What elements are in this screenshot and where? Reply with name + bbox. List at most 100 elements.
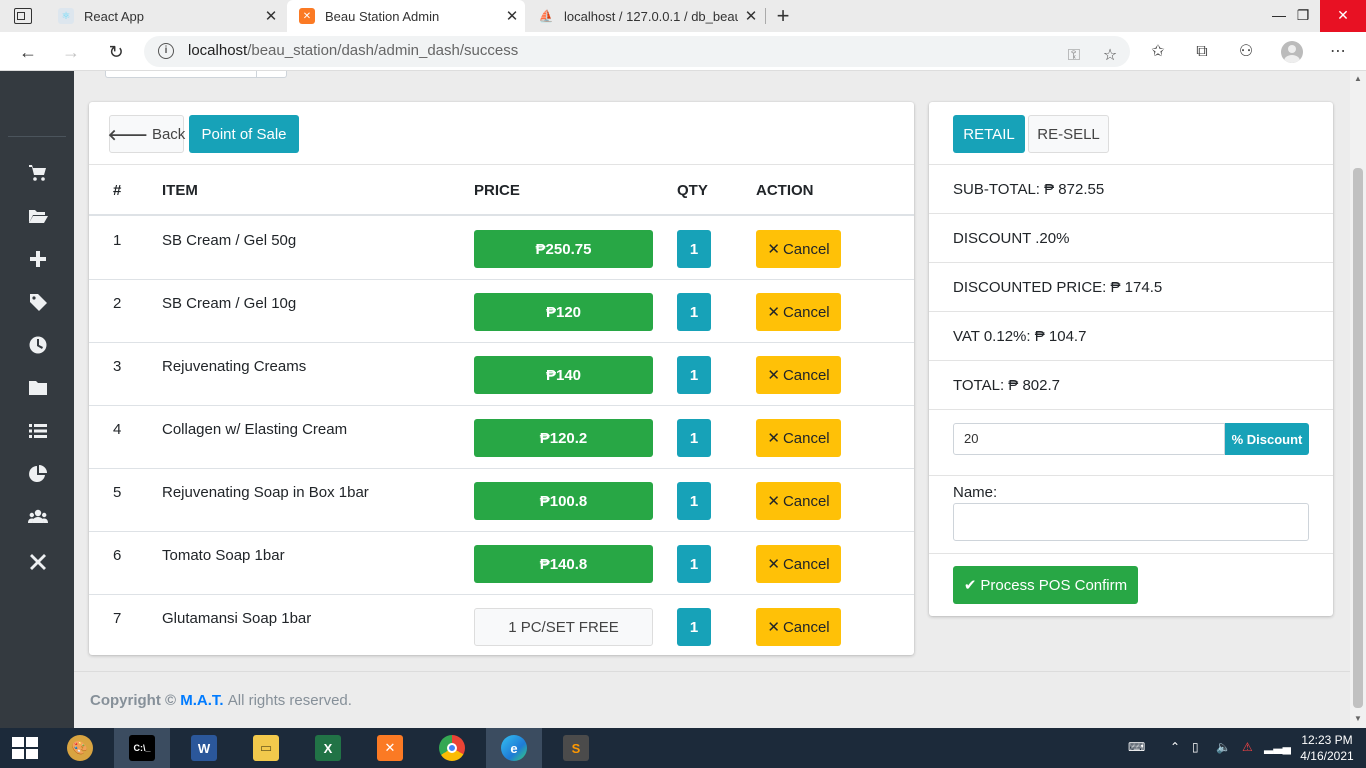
retail-label: RETAIL bbox=[963, 125, 1015, 143]
network-status-icon[interactable]: ⚠ bbox=[1242, 740, 1253, 754]
tab-beau-station-admin[interactable]: ✕ Beau Station Admin ✕ bbox=[287, 0, 525, 32]
keyboard-icon[interactable]: ⌨ bbox=[1128, 740, 1145, 754]
more-menu-icon[interactable]: ⋯ bbox=[1324, 38, 1352, 66]
percent-discount-button[interactable]: % Discount bbox=[1225, 423, 1309, 455]
column-header-qty: QTY bbox=[677, 182, 708, 199]
quantity-button[interactable]: 1 bbox=[677, 608, 711, 646]
key-icon[interactable]: ⚿ bbox=[1060, 42, 1088, 70]
edge-app-icon[interactable]: e bbox=[486, 728, 542, 768]
cancel-button[interactable]: ✕ Cancel bbox=[756, 608, 841, 646]
cancel-button[interactable]: ✕ Cancel bbox=[756, 293, 841, 331]
terminal-app-icon[interactable]: C:\_ bbox=[114, 728, 170, 768]
back-button[interactable]: 🡐 Back bbox=[108, 115, 185, 153]
tab-phpmyadmin[interactable]: ⛵ localhost / 127.0.0.1 / db_beau_i ✕ bbox=[526, 0, 764, 32]
sidebar-item-tags[interactable] bbox=[22, 288, 54, 316]
add-favorite-icon[interactable]: ☆ bbox=[1096, 42, 1124, 70]
cancel-label: Cancel bbox=[782, 429, 830, 447]
price-button[interactable]: ₱100.8 bbox=[474, 482, 653, 520]
paint-app-icon[interactable]: 🎨 bbox=[52, 728, 108, 768]
windows-start-icon[interactable] bbox=[12, 737, 38, 759]
sidebar-item-list[interactable] bbox=[22, 417, 54, 445]
rights-text: All rights reserved. bbox=[227, 692, 352, 709]
cancel-button[interactable]: ✕ Cancel bbox=[756, 356, 841, 394]
quantity-button[interactable]: 1 bbox=[677, 482, 711, 520]
row-number: 3 bbox=[113, 358, 122, 375]
url-input[interactable]: i localhost/beau_station/dash/admin_dash… bbox=[144, 36, 1130, 67]
scroll-down-icon[interactable]: ▼ bbox=[1353, 714, 1363, 726]
tab-title: React App bbox=[84, 8, 144, 24]
tag-icon bbox=[30, 294, 47, 311]
discount-input[interactable]: 20 bbox=[953, 423, 1225, 455]
quantity-button[interactable]: 1 bbox=[677, 419, 711, 457]
tab-title: Beau Station Admin bbox=[325, 8, 440, 24]
word-app-icon[interactable]: W bbox=[176, 728, 232, 768]
address-bar-row: ← → ↻ i localhost/beau_station/dash/admi… bbox=[0, 32, 1366, 71]
sidebar-item-add[interactable] bbox=[22, 245, 54, 273]
tab-close-icon[interactable]: ✕ bbox=[738, 7, 764, 25]
excel-app-icon[interactable]: X bbox=[300, 728, 356, 768]
cancel-button[interactable]: ✕ Cancel bbox=[756, 482, 841, 520]
close-icon bbox=[30, 554, 46, 570]
sidebar-item-close[interactable] bbox=[22, 548, 54, 576]
refresh-icon[interactable]: ↻ bbox=[102, 38, 130, 66]
xampp-app-icon[interactable]: ✕ bbox=[362, 728, 418, 768]
extensions-icon[interactable]: ⚇ bbox=[1232, 38, 1260, 66]
discounted-price-text: DISCOUNTED PRICE: ₱ 174.5 bbox=[953, 279, 1163, 296]
point-of-sale-button[interactable]: Point of Sale bbox=[189, 115, 299, 153]
copyright-text: Copyright © M.A.T. All rights reserved. bbox=[90, 692, 352, 709]
tab-close-icon[interactable]: ✕ bbox=[258, 7, 284, 25]
pos-summary-card: RETAIL RE-SELL SUB-TOTAL: ₱ 872.55 DISCO… bbox=[929, 102, 1333, 616]
page-scrollbar[interactable]: ▲ ▼ bbox=[1350, 71, 1366, 728]
signal-icon[interactable]: ▂▃▄ bbox=[1264, 740, 1291, 754]
discounted-price-row: DISCOUNTED PRICE: ₱ 174.5 bbox=[929, 263, 1333, 312]
retail-button[interactable]: RETAIL bbox=[953, 115, 1025, 153]
sidebar-item-reports[interactable] bbox=[22, 460, 54, 488]
scroll-up-icon[interactable]: ▲ bbox=[1353, 74, 1363, 86]
show-hidden-icons-icon[interactable]: ⌃ bbox=[1170, 740, 1180, 754]
price-button[interactable]: ₱140 bbox=[474, 356, 653, 394]
price-button[interactable]: ₱120.2 bbox=[474, 419, 653, 457]
sidebar-item-history[interactable] bbox=[22, 331, 54, 359]
forward-arrow-icon[interactable]: → bbox=[57, 38, 85, 66]
process-pos-confirm-button[interactable]: ✔ Process POS Confirm bbox=[953, 566, 1138, 604]
favorites-icon[interactable]: ✩ bbox=[1144, 38, 1172, 66]
cancel-button[interactable]: ✕ Cancel bbox=[756, 419, 841, 457]
price-button[interactable]: ₱140.8 bbox=[474, 545, 653, 583]
scrollbar-thumb[interactable] bbox=[1353, 168, 1363, 708]
device-icon[interactable]: ▯ bbox=[1192, 740, 1199, 754]
xampp-favicon-icon: ✕ bbox=[299, 8, 315, 24]
cancel-label: Cancel bbox=[782, 555, 830, 573]
taskbar-clock[interactable]: 12:23 PM 4/16/2021 bbox=[1292, 732, 1362, 764]
quantity-button[interactable]: 1 bbox=[677, 230, 711, 268]
chrome-app-icon[interactable] bbox=[424, 728, 480, 768]
quantity-button[interactable]: 1 bbox=[677, 545, 711, 583]
file-explorer-icon[interactable]: ▭ bbox=[238, 728, 294, 768]
sidebar-item-folder[interactable] bbox=[22, 374, 54, 402]
quantity-button[interactable]: 1 bbox=[677, 356, 711, 394]
tab-close-icon[interactable]: ✕ bbox=[499, 7, 525, 25]
close-window-button[interactable]: ✕ bbox=[1320, 0, 1366, 32]
back-arrow-icon[interactable]: ← bbox=[14, 38, 42, 66]
tab-actions-icon[interactable] bbox=[14, 8, 32, 24]
resell-button[interactable]: RE-SELL bbox=[1028, 115, 1109, 153]
brand-link[interactable]: M.A.T. bbox=[180, 692, 223, 709]
row-number: 1 bbox=[113, 232, 122, 249]
sidebar-item-cart[interactable] bbox=[22, 159, 54, 187]
sublime-app-icon[interactable]: S bbox=[548, 728, 604, 768]
sidebar-item-users[interactable] bbox=[22, 503, 54, 531]
quantity-button[interactable]: 1 bbox=[677, 293, 711, 331]
info-icon[interactable]: i bbox=[158, 43, 174, 59]
price-button[interactable]: ₱120 bbox=[474, 293, 653, 331]
tab-react-app[interactable]: ⚛ React App ✕ bbox=[46, 0, 284, 32]
profile-avatar[interactable] bbox=[1281, 41, 1303, 63]
customer-name-input[interactable] bbox=[953, 503, 1309, 541]
volume-icon[interactable]: 🔈 bbox=[1216, 740, 1231, 754]
new-tab-button[interactable]: + bbox=[771, 2, 795, 30]
price-button[interactable]: 1 PC/SET FREE bbox=[474, 608, 653, 646]
sidebar-item-open-folder[interactable] bbox=[22, 202, 54, 230]
price-button[interactable]: ₱250.75 bbox=[474, 230, 653, 268]
collections-icon[interactable]: ⧉ bbox=[1188, 38, 1216, 66]
pie-chart-icon bbox=[29, 465, 47, 482]
cancel-button[interactable]: ✕ Cancel bbox=[756, 230, 841, 268]
cancel-button[interactable]: ✕ Cancel bbox=[756, 545, 841, 583]
